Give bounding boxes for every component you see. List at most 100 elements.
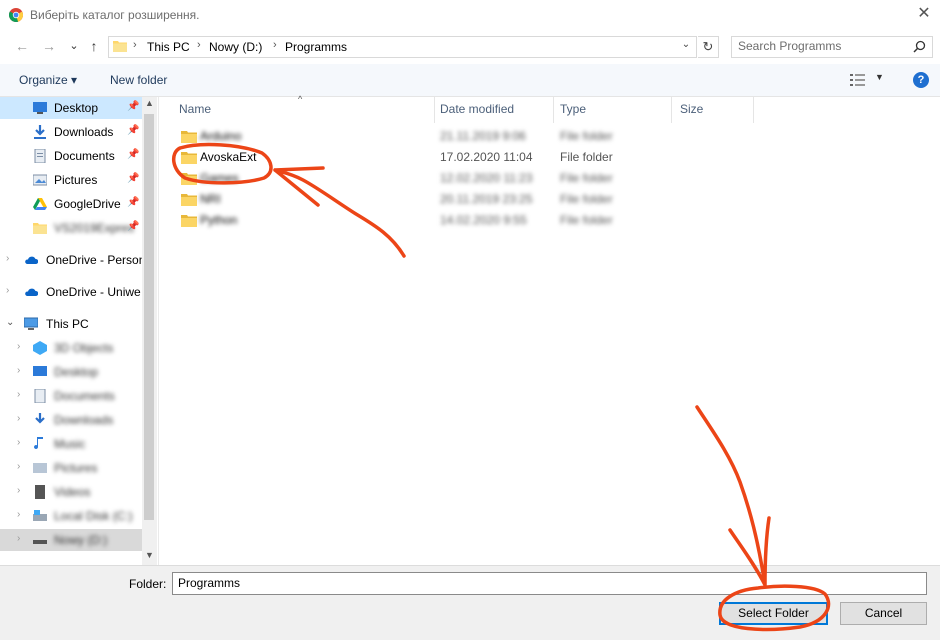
scroll-down-icon[interactable]: ▼ [145,550,154,560]
nav-item-onedrive-uni[interactable]: › OneDrive - Uniwe [0,281,142,303]
scroll-up-icon[interactable]: ▲ [145,98,154,108]
new-folder-button[interactable]: New folder [110,73,167,87]
breadcrumb-this-pc[interactable]: This PC [147,40,190,54]
folder-icon [113,41,127,52]
google-drive-icon [33,198,47,210]
onedrive-icon [25,256,38,264]
expand-chevron-icon[interactable]: › [17,485,20,496]
folder-icon [181,215,197,227]
nav-item-onedrive-personal[interactable]: › OneDrive - Person [0,249,142,271]
column-header-name[interactable]: Name [179,102,211,116]
expand-chevron-icon[interactable]: › [6,253,9,264]
organize-button[interactable]: Organize ▾ [19,73,77,87]
close-button[interactable]: ✕ [912,3,936,25]
column-divider[interactable] [434,97,435,123]
folder-field[interactable] [172,572,927,595]
title-bar: Виберіть каталог розширення. ✕ [0,0,940,30]
folder-label: Folder: [129,577,167,591]
nav-item-label: Documents [54,149,115,163]
expand-chevron-icon[interactable]: › [17,533,20,544]
column-header-size[interactable]: Size [680,102,703,116]
breadcrumb-nowy-d[interactable]: Nowy (D:) [209,40,262,54]
expand-chevron-icon[interactable]: › [17,389,20,400]
nav-item-pc-documents[interactable]: › Documents [0,385,142,407]
pin-icon: 📌 [127,197,140,208]
folder-icon [181,131,197,143]
file-row[interactable]: Games 12.02.2020 11:23 File folder [175,168,615,189]
nav-item-pc-downloads[interactable]: › Downloads [0,409,142,431]
nav-item-this-pc[interactable]: ⌄ This PC [0,313,142,335]
file-date: 14.02.2020 9:55 [440,213,527,227]
view-dropdown-icon[interactable]: ▼ [875,72,884,82]
search-input[interactable] [732,37,908,55]
select-folder-button[interactable]: Select Folder [719,602,828,625]
nav-pane-scroll-thumb[interactable] [144,114,154,520]
file-row[interactable]: AvoskaExt 17.02.2020 11:04 File folder [175,147,615,168]
nav-item-3d-objects[interactable]: › 3D Objects [0,337,142,359]
nav-item-label: Downloads [54,413,114,427]
breadcrumb-programms[interactable]: Programms [285,40,347,54]
up-button[interactable]: ↑ [85,37,103,55]
nav-item-label: Desktop [54,101,99,115]
back-button[interactable]: ← [13,37,31,55]
nav-item-documents[interactable]: Documents 📌 [0,145,142,167]
pin-icon: 📌 [127,173,140,184]
expand-chevron-icon[interactable]: › [17,365,20,376]
expand-chevron-icon[interactable]: › [17,509,20,520]
search-box[interactable] [731,36,933,58]
nav-item-pc-music[interactable]: › Music [0,433,142,455]
nav-item-label: Music [54,437,86,451]
nav-item-vs2019[interactable]: VS2019Expres 📌 [0,217,142,239]
nav-item-downloads[interactable]: Downloads 📌 [0,121,142,143]
desktop-icon [33,102,47,114]
file-name: Arduino [200,129,242,143]
expand-chevron-icon[interactable]: › [17,341,20,352]
file-date: 20.11.2019 23:25 [440,192,533,206]
nav-item-pc-desktop[interactable]: › Desktop [0,361,142,383]
nav-item-label: Local Disk (C:) [54,509,133,523]
folder-icon [33,223,47,234]
pictures-icon [33,174,47,186]
nav-item-pc-videos[interactable]: › Videos [0,481,142,503]
nav-item-pictures[interactable]: Pictures 📌 [0,169,142,191]
collapse-chevron-icon[interactable]: ⌄ [6,317,14,328]
file-type: File folder [560,150,613,164]
expand-chevron-icon[interactable]: › [17,461,20,472]
file-row[interactable]: Arduino 21.11.2019 9:06 File folder [175,126,615,147]
column-divider[interactable] [753,97,754,123]
file-list-pane[interactable]: ^ Name Date modified Type Size Arduino 2… [158,94,940,565]
column-header-date[interactable]: Date modified [440,102,514,116]
expand-chevron-icon[interactable]: › [17,413,20,424]
navigation-pane[interactable]: Desktop 📌 Downloads 📌 Documents 📌 Pictur… [0,97,157,565]
expand-chevron-icon[interactable]: › [17,437,20,448]
forward-button[interactable]: → [40,37,58,55]
refresh-button[interactable]: ↻ [698,36,719,58]
onedrive-icon [25,288,38,296]
window-title: Виберіть каталог розширення. [30,8,200,22]
nav-item-googledrive[interactable]: GoogleDrive 📌 [0,193,142,215]
expand-chevron-icon[interactable]: › [6,285,9,296]
nav-item-label: OneDrive - Uniwe [46,285,141,299]
nav-item-nowy-d[interactable]: › Nowy (D:) [0,529,142,551]
nav-item-local-disk-c[interactable]: › Local Disk (C:) [0,505,142,527]
cancel-button[interactable]: Cancel [840,602,927,625]
nav-item-desktop[interactable]: Desktop 📌 [0,97,142,119]
nav-item-label: Pictures [54,173,98,187]
folder-input[interactable] [173,573,918,592]
column-divider[interactable] [553,97,554,123]
music-icon [34,437,43,450]
documents-icon [34,389,46,403]
file-name: Games [200,171,239,185]
file-date: 17.02.2020 11:04 [440,150,533,164]
column-header-type[interactable]: Type [560,102,586,116]
address-dropdown-button[interactable]: ⌄ [679,39,693,55]
file-row[interactable]: NRI 20.11.2019 23:25 File folder [175,189,615,210]
nav-item-label: 3D Objects [54,341,114,355]
help-button[interactable]: ? [913,72,929,88]
file-row[interactable]: Python 14.02.2020 9:55 File folder [175,210,615,231]
recent-locations-button[interactable]: ⌄ [65,37,83,55]
nav-item-pc-pictures[interactable]: › Pictures [0,457,142,479]
view-options-icon[interactable] [850,73,866,87]
column-divider[interactable] [671,97,672,123]
address-bar[interactable]: › This PC › Nowy (D:) › Programms [108,36,697,58]
